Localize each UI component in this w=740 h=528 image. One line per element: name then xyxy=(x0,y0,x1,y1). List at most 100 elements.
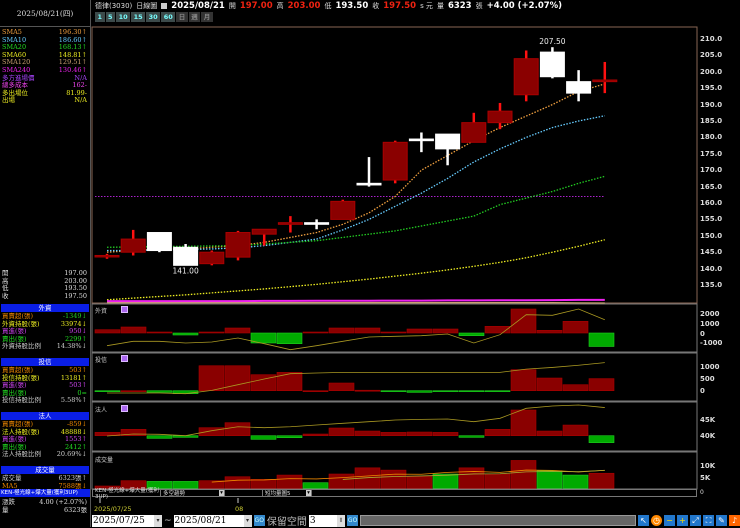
fit-icon[interactable]: ⛶ xyxy=(703,515,714,526)
candle-body xyxy=(540,52,564,77)
period-button[interactable]: 月 xyxy=(201,12,213,22)
bar xyxy=(459,468,484,488)
bar xyxy=(355,390,380,391)
chevron-down-icon[interactable]: ▾ xyxy=(219,490,224,496)
low-label: 低 xyxy=(324,1,331,11)
quote-date: 2025/08/21 xyxy=(171,1,225,11)
chevron-down-icon[interactable]: ▾ xyxy=(244,515,252,527)
bar xyxy=(433,391,458,392)
dropdown-value: 短均量圖5 xyxy=(265,489,291,497)
go-button-2[interactable]: GO xyxy=(347,515,358,526)
strategy-dropdown[interactable]: KEN-極光線+爆大量(獲利3UP) xyxy=(93,490,161,496)
panel-menu-icon[interactable] xyxy=(121,355,128,362)
y-tick: 160.0 xyxy=(700,199,722,207)
y-tick: 150.0 xyxy=(700,232,722,240)
ohlc-row: 收197.50 xyxy=(0,293,90,301)
volume-ma-dropdown[interactable]: 短均量圖5 ▾ xyxy=(262,490,312,496)
zoom-out-icon[interactable]: − xyxy=(664,515,675,526)
panel-menu-icon[interactable] xyxy=(121,405,128,412)
y-tick-foreign: 0 xyxy=(700,330,705,338)
chevron-down-icon[interactable]: ▾ xyxy=(154,515,162,527)
high-value: 203.00 xyxy=(288,1,321,11)
y-tick: 180.0 xyxy=(700,133,722,141)
clock-icon[interactable]: ◷ xyxy=(651,515,662,526)
bar xyxy=(511,460,536,488)
bar xyxy=(537,330,562,333)
y-tick-foreign: -1000 xyxy=(700,339,722,347)
volume-unit: 張 xyxy=(476,1,483,11)
bar xyxy=(433,432,458,435)
bar xyxy=(563,385,588,391)
x-label-month: 08 xyxy=(235,505,243,513)
bar xyxy=(329,328,354,333)
y-tick: 210.0 xyxy=(700,35,722,43)
period-buttons: 1510153060日週月 xyxy=(95,12,213,22)
bar xyxy=(589,379,614,391)
chart-scrollbar[interactable] xyxy=(360,515,636,526)
cursor-icon[interactable]: ↖ xyxy=(638,515,649,526)
y-tick-foreign: 2000 xyxy=(700,310,719,318)
y-tick-trust: 0 xyxy=(700,387,705,395)
row-value: 20.69%↓ xyxy=(57,451,87,459)
y-tick-trust: 1000 xyxy=(700,363,719,371)
calendar-icon[interactable] xyxy=(161,3,167,9)
period-button[interactable]: 5 xyxy=(106,12,116,22)
panel-menu-icon[interactable] xyxy=(121,306,128,313)
trend-dropdown[interactable]: 多空趨勢▾ xyxy=(161,490,225,496)
bar xyxy=(485,429,510,435)
bar xyxy=(173,333,198,335)
section-row: 投信持股比例5.58%↑ xyxy=(0,397,90,405)
alert-bell-icon[interactable]: ♪ xyxy=(729,515,740,526)
ohlc-label: 收 xyxy=(2,293,9,301)
candle-body xyxy=(436,134,460,149)
draw-tool-icon[interactable]: ✎ xyxy=(716,515,727,526)
y-tick: 195.0 xyxy=(700,84,722,92)
bar xyxy=(589,473,614,488)
chevron-down-icon[interactable]: ▾ xyxy=(306,490,311,496)
date-to-input[interactable]: 2025/08/21▾ xyxy=(174,515,252,527)
row-label: 投信持股比例 xyxy=(2,397,41,405)
volume-label: 量 xyxy=(437,1,444,11)
y-tick-volume: 10K xyxy=(700,462,715,470)
bar xyxy=(433,329,458,333)
row-label: 法人持股比例 xyxy=(2,451,41,459)
spinner-icon[interactable]: ⇕ xyxy=(337,515,345,527)
row-label: 外資持股比例 xyxy=(2,343,41,351)
candle-body xyxy=(567,82,591,93)
period-button[interactable]: 週 xyxy=(189,12,201,22)
period-button[interactable]: 10 xyxy=(116,12,130,22)
date-from-input[interactable]: 2025/07/25▾ xyxy=(92,515,162,527)
panel-foreign-label: 外資 xyxy=(95,306,107,315)
bar xyxy=(199,332,224,333)
bar xyxy=(225,328,250,333)
restore-icon[interactable]: ⤢ xyxy=(690,515,701,526)
bar xyxy=(251,436,276,440)
vol-label: 量 xyxy=(2,507,9,515)
period-button[interactable]: 日 xyxy=(176,12,188,22)
bar xyxy=(251,479,276,488)
keep-space-label: 保留空間 xyxy=(267,513,307,528)
bottom-toolbar: 2025/07/25▾ ~ 2025/08/21▾ GO 保留空間 3⇕ GO … xyxy=(92,514,740,527)
candle-body xyxy=(174,247,198,265)
keep-space-spinner[interactable]: 3⇕ xyxy=(309,515,345,527)
zoom-in-icon[interactable]: + xyxy=(677,515,688,526)
stock-chart[interactable]: 141.00207.50 xyxy=(0,0,740,527)
go-button[interactable]: GO xyxy=(254,515,265,526)
period-button[interactable]: 60 xyxy=(161,12,175,22)
stock-name: 德律(3030) xyxy=(95,1,132,11)
candle-body xyxy=(357,183,381,185)
bar xyxy=(433,474,458,488)
bar xyxy=(329,428,354,436)
bar xyxy=(147,332,172,333)
period-button[interactable]: 15 xyxy=(131,12,145,22)
period-button[interactable]: 1 xyxy=(95,12,105,22)
price-annotation: 141.00 xyxy=(172,266,198,275)
period-button[interactable]: 30 xyxy=(146,12,160,22)
quote-header: 德律(3030) 日線圖 2025/08/21 開197.00 高203.00 … xyxy=(92,0,562,12)
bar xyxy=(303,391,328,392)
low-value: 193.50 xyxy=(335,1,368,11)
y-tick: 145.0 xyxy=(700,248,722,256)
bar xyxy=(355,328,380,333)
dropdown-row-value: 0 xyxy=(700,489,704,496)
bar xyxy=(511,309,536,333)
